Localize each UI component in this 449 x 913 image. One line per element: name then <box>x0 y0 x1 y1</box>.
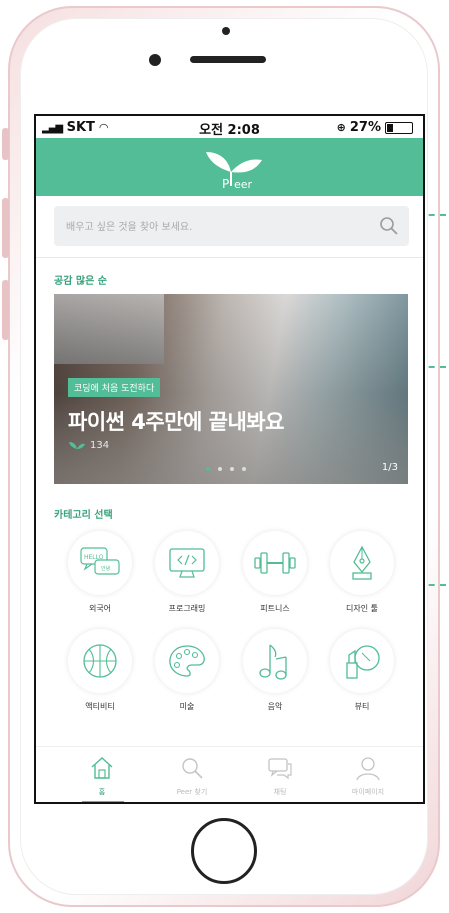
category-icon-circle <box>155 629 219 693</box>
battery-percent: 27% <box>349 120 381 135</box>
pagination-dot[interactable] <box>242 467 246 471</box>
ball-icon <box>83 644 117 678</box>
svg-text:HELLO: HELLO <box>84 554 104 561</box>
search-icon[interactable] <box>379 216 399 236</box>
proximity-sensor <box>222 27 230 35</box>
banner-likes: 134 <box>68 440 109 451</box>
category-icon-circle <box>330 629 394 693</box>
tab-find-peer[interactable]: Peer 찾기 <box>152 755 232 797</box>
app-header: P eer <box>36 138 423 196</box>
category-label: 뷰티 <box>354 702 370 711</box>
palette-icon <box>169 645 205 677</box>
tab-label: 홈 <box>98 788 106 796</box>
home-icon <box>91 757 113 779</box>
pagination-dot[interactable] <box>206 467 210 471</box>
featured-banner[interactable]: 코딩에 처음 도전하다 파이썬 4주만에 끝내봐요 134 1/3 <box>54 294 408 484</box>
search-input[interactable]: 배우고 싶은 것을 찾아 보세요. <box>54 206 409 246</box>
category-item-fitness[interactable]: 피트니스 <box>231 531 319 617</box>
category-item-language[interactable]: HELLO 안녕 외국어 <box>56 531 144 617</box>
search-icon <box>182 758 203 779</box>
status-bar: ▂▄▆ SKT ◠ 오전 2:08 ⊕ 27% <box>36 116 423 138</box>
battery-info: ⊕ 27% <box>337 120 413 135</box>
pagination-dot[interactable] <box>230 467 234 471</box>
tab-label: 마이페이지 <box>351 788 385 796</box>
likes-count: 134 <box>90 440 110 451</box>
category-icon-circle <box>155 531 219 595</box>
category-label: 액티비티 <box>85 702 115 711</box>
rotation-lock-icon: ⊕ <box>336 121 346 134</box>
earpiece-speaker <box>190 56 266 63</box>
tab-home[interactable]: 홈 <box>62 755 142 797</box>
category-icon-circle <box>330 531 394 595</box>
category-label: 디자인 툴 <box>346 604 378 613</box>
category-label: 외국어 <box>88 604 112 613</box>
category-item-music[interactable]: 음악 <box>231 629 319 715</box>
volume-down-button <box>2 280 9 340</box>
category-label: 프로그래밍 <box>168 604 206 613</box>
home-button[interactable] <box>191 818 257 884</box>
pagination-dot[interactable] <box>218 467 222 471</box>
logo-text: eer <box>234 178 253 190</box>
banner-pagination-dots[interactable] <box>206 467 246 471</box>
monitor-code-icon <box>169 548 205 578</box>
banner-tag: 코딩에 처음 도전하다 <box>68 378 161 397</box>
dumbbell-icon <box>254 552 296 574</box>
category-item-art[interactable]: 미술 <box>143 629 231 715</box>
tab-chat[interactable]: 채팅 <box>240 755 320 797</box>
category-label: 피트니스 <box>260 604 290 613</box>
chat-icon <box>268 758 292 780</box>
popular-section-title: 공감 많은 순 <box>54 276 107 287</box>
category-label: 음악 <box>267 702 283 711</box>
category-item-beauty[interactable]: 뷰티 <box>318 629 406 715</box>
category-item-design-tool[interactable]: 디자인 툴 <box>318 531 406 617</box>
user-icon <box>356 757 380 781</box>
logo-initial: P <box>222 177 229 190</box>
banner-title: 파이썬 4주만에 끝내봐요 <box>68 410 284 434</box>
tab-label: Peer 찾기 <box>176 788 208 796</box>
peer-logo: P eer <box>206 152 262 190</box>
category-icon-circle <box>243 531 307 595</box>
search-placeholder: 배우고 싶은 것을 찾아 보세요. <box>66 222 193 233</box>
active-tab-indicator <box>82 801 124 802</box>
sprout-icon <box>69 442 85 449</box>
mute-switch <box>2 128 9 160</box>
lipstick-mirror-icon <box>346 645 380 679</box>
bottom-tab-bar: 홈 Peer 찾기 채팅 마이페이지 <box>36 746 423 802</box>
app-screen: ▂▄▆ SKT ◠ 오전 2:08 ⊕ 27% P eer 배우고 싶은 것을 … <box>34 114 425 804</box>
category-label: 미술 <box>179 702 195 711</box>
category-section-title: 카테고리 선택 <box>54 510 113 521</box>
category-icon-circle <box>68 629 132 693</box>
tab-my-page[interactable]: 마이페이지 <box>328 755 408 797</box>
category-icon-circle <box>243 629 307 693</box>
category-item-activity[interactable]: 액티비티 <box>56 629 144 715</box>
category-item-programming[interactable]: 프로그래밍 <box>143 531 231 617</box>
tab-label: 채팅 <box>273 788 287 796</box>
banner-page-indicator: 1/3 <box>381 462 398 473</box>
music-notes-icon <box>259 644 287 680</box>
category-icon-circle: HELLO 안녕 <box>68 531 132 595</box>
section-divider <box>36 257 423 258</box>
front-camera <box>149 54 161 66</box>
svg-text:안녕: 안녕 <box>101 565 110 572</box>
volume-up-button <box>2 198 9 258</box>
pen-nib-icon <box>352 545 372 580</box>
speech-bubbles-icon: HELLO 안녕 <box>80 547 120 575</box>
battery-icon <box>385 121 413 134</box>
